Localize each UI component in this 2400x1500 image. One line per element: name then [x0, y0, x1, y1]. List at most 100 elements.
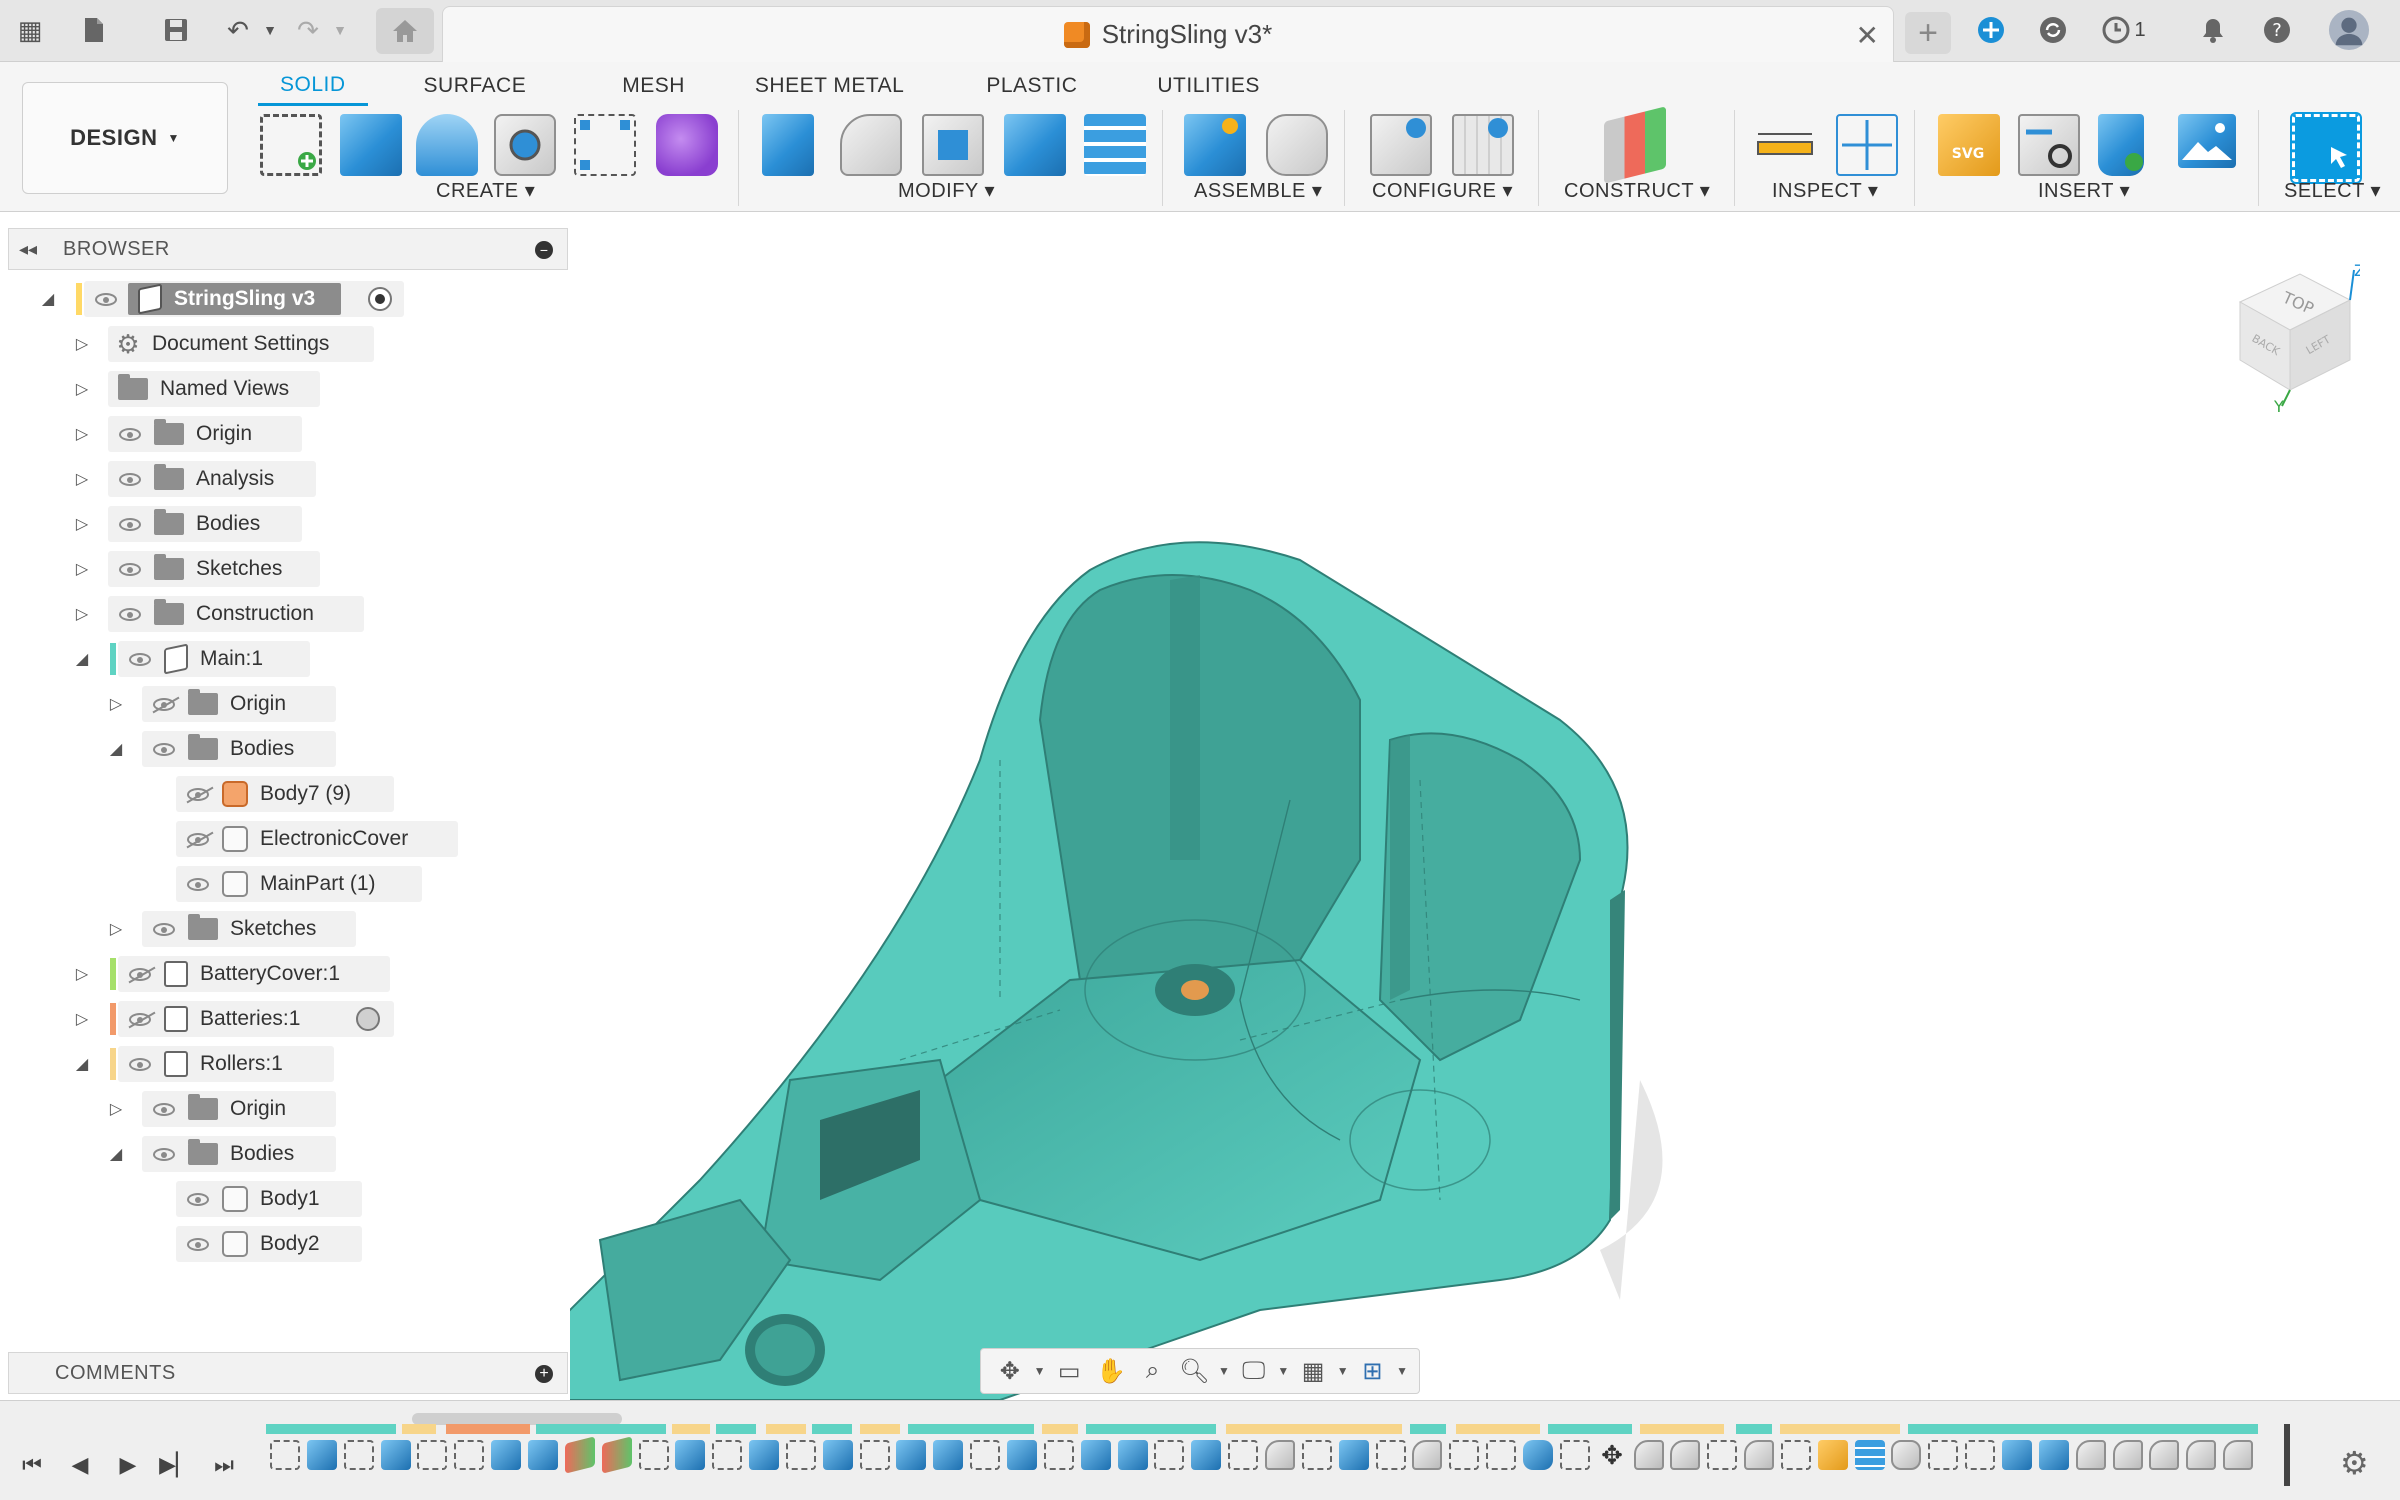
insert-menu[interactable]: INSERT ▾ [2038, 178, 2130, 203]
visibility-hidden-eye-icon[interactable] [150, 690, 178, 718]
timeline-fillet-feature-icon[interactable] [2223, 1440, 2253, 1470]
joint-icon[interactable] [1266, 114, 1328, 176]
extensions-icon[interactable] [1970, 10, 2012, 50]
document-tab[interactable]: StringSling v3* ✕ [442, 6, 1894, 62]
step-forward-icon[interactable]: ▶▏ [156, 1445, 196, 1485]
viewports-dropdown-icon[interactable]: ▼ [1395, 1356, 1409, 1386]
add-comment-icon[interactable]: + [535, 1365, 553, 1383]
revolve-icon[interactable] [416, 114, 478, 176]
tab-utilities[interactable]: UTILITIES [1135, 66, 1282, 106]
timeline-orange-feature-icon[interactable] [1818, 1440, 1848, 1470]
job-status-icon[interactable]: 1 [2094, 10, 2154, 50]
timeline-settings-gear-icon[interactable]: ⚙ [2340, 1444, 2369, 1482]
play-icon[interactable]: ▶ [108, 1445, 148, 1485]
timeline-fillet-feature-icon[interactable] [1670, 1440, 1700, 1470]
configure-menu[interactable]: CONFIGURE ▾ [1372, 178, 1513, 203]
timeline-sketch-feature-icon[interactable] [417, 1440, 447, 1470]
browser-minimize-icon[interactable]: − [535, 241, 553, 259]
activate-radio[interactable] [368, 287, 392, 311]
file-icon[interactable] [74, 10, 114, 50]
help-icon[interactable]: ? [2256, 10, 2298, 50]
visibility-eye-icon[interactable] [116, 510, 144, 538]
create-menu[interactable]: CREATE ▾ [436, 178, 535, 203]
new-tab-button[interactable]: + [1905, 12, 1951, 54]
timeline-combine-feature-icon[interactable] [1523, 1440, 1553, 1470]
visibility-eye-icon[interactable] [150, 915, 178, 943]
timeline-fillet-feature-icon[interactable] [1634, 1440, 1664, 1470]
visibility-hidden-eye-icon[interactable] [184, 780, 212, 808]
visibility-eye-icon[interactable] [184, 870, 212, 898]
timeline-extrude-feature-icon[interactable] [1081, 1440, 1111, 1470]
new-component-icon[interactable] [1184, 114, 1246, 176]
timeline-sketch-feature-icon[interactable] [712, 1440, 742, 1470]
visibility-eye-icon[interactable] [126, 645, 154, 673]
timeline-extrude-feature-icon[interactable] [1007, 1440, 1037, 1470]
timeline-split-feature-icon[interactable] [1855, 1440, 1885, 1470]
collapse-browser-icon[interactable]: ◂◂ [19, 239, 47, 260]
timeline-sketch-feature-icon[interactable] [639, 1440, 669, 1470]
timeline-plane-feature-icon[interactable] [565, 1436, 595, 1474]
grid-icon[interactable]: ▦ [1294, 1356, 1332, 1386]
timeline-sketch-feature-icon[interactable] [1707, 1440, 1737, 1470]
timeline-sketch-feature-icon[interactable] [1154, 1440, 1184, 1470]
expand-arrow-icon[interactable]: ▷ [106, 1099, 126, 1119]
visibility-eye-icon[interactable] [116, 465, 144, 493]
insert-derive-icon[interactable] [2018, 114, 2080, 176]
go-to-end-icon[interactable]: ⏭ [204, 1445, 244, 1485]
timeline-fillet-feature-icon[interactable] [1265, 1440, 1295, 1470]
timeline-joint-feature-icon[interactable] [1891, 1440, 1921, 1470]
visibility-hidden-eye-icon[interactable] [126, 960, 154, 988]
orbit-dropdown-icon[interactable]: ▼ [1033, 1356, 1047, 1386]
timeline-sketch-feature-icon[interactable] [1781, 1440, 1811, 1470]
collapse-arrow-icon[interactable]: ◢ [106, 739, 126, 759]
step-back-icon[interactable]: ◀ [60, 1445, 100, 1485]
timeline-extrude-feature-icon[interactable] [528, 1440, 558, 1470]
visibility-eye-icon[interactable] [184, 1185, 212, 1213]
measure-icon[interactable] [1754, 114, 1816, 176]
configure-parameters-icon[interactable] [1370, 114, 1432, 176]
notifications-bell-icon[interactable] [2192, 10, 2234, 50]
display-settings-icon[interactable]: 🖵 [1235, 1356, 1273, 1386]
timeline-extrude-feature-icon[interactable] [675, 1440, 705, 1470]
insert-svg-icon[interactable]: SVG [1938, 114, 2000, 176]
visibility-eye-icon[interactable] [116, 555, 144, 583]
close-tab-icon[interactable]: ✕ [1856, 19, 1879, 52]
create-sketch-icon[interactable] [260, 114, 322, 176]
visibility-eye-icon[interactable] [116, 420, 144, 448]
timeline-fillet-feature-icon[interactable] [1412, 1440, 1442, 1470]
grid-dropdown-icon[interactable]: ▼ [1336, 1356, 1350, 1386]
expand-arrow-icon[interactable]: ▷ [106, 694, 126, 714]
tab-sheet-metal[interactable]: SHEET METAL [733, 66, 926, 106]
timeline-sketch-feature-icon[interactable] [344, 1440, 374, 1470]
activate-radio[interactable] [356, 1007, 380, 1031]
timeline-sketch-feature-icon[interactable] [454, 1440, 484, 1470]
expand-arrow-icon[interactable]: ▷ [72, 379, 92, 399]
tab-mesh[interactable]: MESH [600, 66, 707, 106]
inspect-menu[interactable]: INSPECT ▾ [1772, 178, 1878, 203]
expand-arrow-icon[interactable]: ▷ [72, 469, 92, 489]
timeline-fillet-feature-icon[interactable] [1744, 1440, 1774, 1470]
construct-menu[interactable]: CONSTRUCT ▾ [1564, 178, 1710, 203]
timeline-sketch-feature-icon[interactable] [1928, 1440, 1958, 1470]
collapse-arrow-icon[interactable]: ◢ [72, 1054, 92, 1074]
split-body-icon[interactable] [1084, 114, 1146, 176]
timeline-extrude-feature-icon[interactable] [491, 1440, 521, 1470]
canvas-viewport[interactable] [570, 212, 2400, 1400]
collapse-arrow-icon[interactable]: ◢ [106, 1144, 126, 1164]
timeline-sketch-feature-icon[interactable] [970, 1440, 1000, 1470]
timeline-extrude-feature-icon[interactable] [823, 1440, 853, 1470]
workspace-switcher[interactable]: DESIGN ▼ [22, 82, 228, 194]
expand-arrow-icon[interactable]: ▷ [106, 919, 126, 939]
timeline-extrude-feature-icon[interactable] [381, 1440, 411, 1470]
tab-solid[interactable]: SOLID [258, 66, 368, 106]
visibility-eye-icon[interactable] [150, 735, 178, 763]
display-dropdown-icon[interactable]: ▼ [1276, 1356, 1290, 1386]
expand-arrow-icon[interactable]: ▷ [72, 1009, 92, 1029]
timeline-extrude-feature-icon[interactable] [2039, 1440, 2069, 1470]
timeline-extrude-feature-icon[interactable] [1118, 1440, 1148, 1470]
visibility-eye-icon[interactable] [184, 1230, 212, 1258]
timeline-sketch-feature-icon[interactable] [860, 1440, 890, 1470]
expand-arrow-icon[interactable]: ▷ [72, 559, 92, 579]
timeline-sketch-feature-icon[interactable] [1228, 1440, 1258, 1470]
create-form-icon[interactable] [656, 114, 718, 176]
